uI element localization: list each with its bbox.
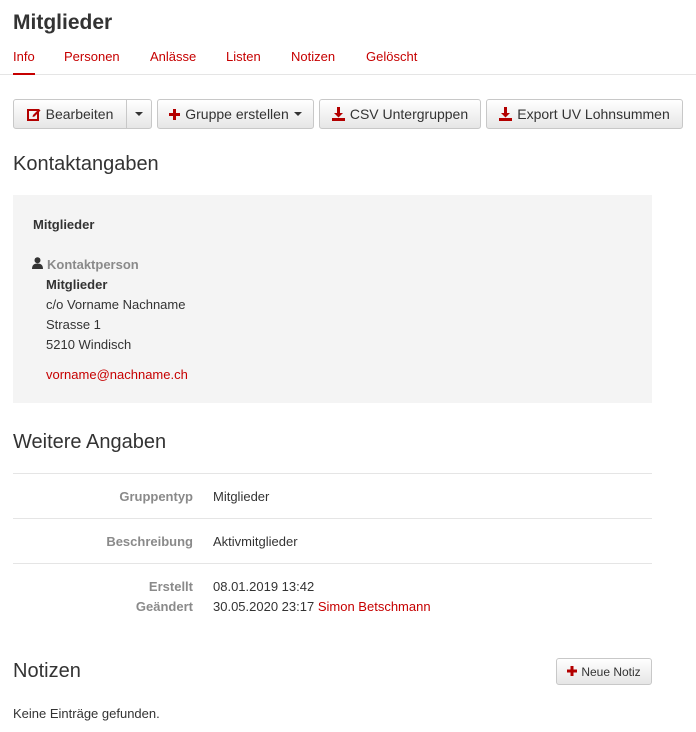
export-label: Export UV Lohnsummen (517, 106, 670, 122)
group-type-label: Gruppentyp (119, 489, 193, 504)
tab-info[interactable]: Info (13, 48, 35, 75)
edit-icon (26, 107, 41, 121)
divider (13, 473, 652, 474)
edit-button[interactable]: Bearbeiten (13, 99, 127, 129)
tab-listen[interactable]: Listen (226, 48, 261, 75)
tab-personen[interactable]: Personen (64, 48, 120, 75)
created-label: Erstellt (148, 579, 193, 594)
changed-by-link[interactable]: Simon Betschmann (318, 599, 431, 614)
details-heading: Weitere Angaben (13, 431, 167, 453)
contact-name: Mitglieder (46, 277, 108, 292)
contact-person-label-text: Kontaktperson (47, 257, 139, 272)
edit-dropdown-toggle[interactable] (126, 99, 152, 129)
contact-co-line: c/o Vorname Nachname (46, 297, 186, 312)
page-title: Mitglieder (13, 11, 113, 34)
person-icon (32, 257, 43, 272)
new-note-label: Neue Notiz (581, 664, 641, 679)
create-group-label: Gruppe erstellen (185, 106, 289, 122)
divider (13, 563, 652, 564)
notes-empty-text: Keine Einträge gefunden. (13, 706, 160, 721)
contact-city: 5210 Windisch (46, 337, 132, 352)
contact-heading: Kontaktangaben (13, 153, 159, 175)
group-type-value: Mitglieder (213, 489, 270, 504)
csv-subgroups-button[interactable]: CSV Untergruppen (319, 99, 481, 129)
plus-icon (567, 665, 578, 679)
edit-button-label: Bearbeiten (45, 106, 114, 122)
contact-box-title: Mitglieder (33, 217, 95, 232)
new-note-button[interactable]: Neue Notiz (556, 658, 652, 685)
tab-bar: Info Personen Anlässe Listen Notizen Gel… (0, 48, 696, 75)
tab-notizen[interactable]: Notizen (291, 48, 335, 75)
contact-street: Strasse 1 (46, 317, 101, 332)
create-group-button[interactable]: Gruppe erstellen (157, 99, 314, 129)
changed-label: Geändert (135, 599, 193, 614)
csv-subgroups-label: CSV Untergruppen (349, 106, 469, 122)
caret-down-icon (293, 112, 302, 116)
contact-box: Mitglieder Kontaktperson Mitglieder c/o … (13, 195, 652, 403)
description-value: Aktivmitglieder (213, 534, 298, 549)
changed-value-row: 30.05.2020 23:17 Simon Betschmann (213, 599, 431, 614)
download-icon (331, 107, 345, 121)
description-label: Beschreibung (106, 534, 193, 549)
divider (13, 518, 652, 519)
tab-anlaesse[interactable]: Anlässe (150, 48, 196, 75)
created-value: 08.01.2019 13:42 (213, 579, 315, 594)
tab-geloescht[interactable]: Gelöscht (366, 48, 417, 75)
caret-down-icon (135, 112, 143, 116)
export-button[interactable]: Export UV Lohnsummen (486, 99, 683, 129)
changed-value: 30.05.2020 23:17 (213, 599, 315, 614)
contact-person-label: Kontaktperson (32, 257, 139, 272)
download-icon (499, 107, 513, 121)
notes-heading: Notizen (13, 660, 81, 682)
contact-email-link[interactable]: vorname@nachname.ch (46, 367, 188, 382)
plus-icon (169, 108, 181, 120)
